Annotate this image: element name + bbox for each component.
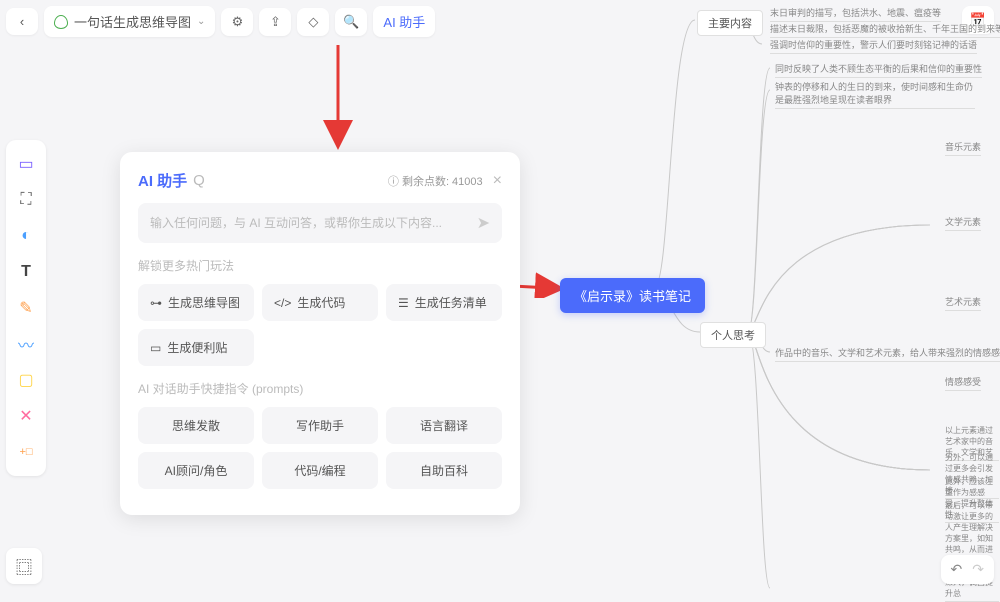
export-icon[interactable]: ⇪ <box>259 8 291 36</box>
section-label-1: 解锁更多热门玩法 <box>138 257 502 274</box>
ai-assistant-panel: AI 助手 Q ⓘ 剩余点数: 41003 × ➤ 解锁更多热门玩法 ⊶生成思维… <box>120 152 520 515</box>
mindmap-leaf[interactable]: 描述末日裁限，包括恶魔的被收拾新生、千年王国的到来等 <box>770 22 1000 38</box>
tool-sidebar: ▭ ⛶ ◐ T ✎ 〰 ▢ ✕ +□ <box>6 140 46 476</box>
close-icon[interactable]: × <box>493 172 502 190</box>
mindmap-node-main-content[interactable]: 主要内容 <box>697 10 763 36</box>
search-icon[interactable]: 🔍 <box>335 8 367 36</box>
undo-redo-toolbar: ↶ ↷ <box>941 555 994 584</box>
note-icon[interactable]: ▢ <box>10 364 42 396</box>
flow-icon[interactable]: ✕ <box>10 400 42 432</box>
mindmap-icon: ⊶ <box>150 296 162 310</box>
ai-prompt-input[interactable] <box>150 216 477 230</box>
sticky-icon: ▭ <box>150 341 161 355</box>
prompt-translate[interactable]: 语言翻译 <box>386 407 502 444</box>
ai-panel-header: AI 助手 Q ⓘ 剩余点数: 41003 × <box>138 170 502 191</box>
generate-sticky-button[interactable]: ▭生成便利贴 <box>138 329 254 366</box>
mindmap-leaf[interactable]: 艺术元素 <box>945 295 981 311</box>
mindmap-leaf[interactable]: 文学元素 <box>945 215 981 231</box>
sidebar-bottom-button[interactable]: ⿴ <box>6 548 42 584</box>
ai-panel-meta: ⓘ 剩余点数: 41003 × <box>388 172 502 190</box>
mindmap-leaf[interactable]: 末日审判的描写，包括洪水、地震、瘟疫等 <box>770 6 941 22</box>
mindmap-leaf[interactable]: 同时反映了人类不顾生态平衡的后果和信仰的重要性 <box>775 62 982 78</box>
points-remaining: ⓘ 剩余点数: 41003 <box>388 173 483 189</box>
mindmap-leaf[interactable]: 强调时信仰的重要性，警示人们要时刻铭记神的话语 <box>770 38 977 54</box>
ai-input-container[interactable]: ➤ <box>138 203 502 243</box>
list-icon: ☰ <box>398 296 409 310</box>
send-icon[interactable]: ➤ <box>477 213 490 233</box>
prompt-divergent[interactable]: 思维发散 <box>138 407 254 444</box>
pen-icon[interactable]: ✎ <box>10 292 42 324</box>
doc-title-text: 一句话生成思维导图 <box>74 12 191 31</box>
ai-template-row-2: ▭生成便利贴 <box>138 329 502 366</box>
generate-mindmap-button[interactable]: ⊶生成思维导图 <box>138 284 254 321</box>
cloud-sync-icon <box>54 15 68 29</box>
mindmap-leaf[interactable]: 音乐元素 <box>945 140 981 156</box>
tag-icon[interactable]: ◇ <box>297 8 329 36</box>
add-icon[interactable]: +□ <box>10 436 42 468</box>
settings-icon[interactable]: ⚙ <box>221 8 253 36</box>
mindmap-leaf[interactable]: 情感感受 <box>945 375 981 391</box>
ai-prompts-row-1: 思维发散 写作助手 语言翻译 <box>138 407 502 444</box>
crop-icon[interactable]: ⛶ <box>10 184 42 216</box>
generate-tasks-button[interactable]: ☰生成任务清单 <box>386 284 502 321</box>
card-icon[interactable]: ▭ <box>10 148 42 180</box>
mindmap-root-node[interactable]: 《启示录》读书笔记 <box>560 278 705 313</box>
layout-icon: ⿴ <box>12 554 36 578</box>
undo-button[interactable]: ↶ <box>951 561 963 578</box>
annotation-arrow-down <box>318 40 358 150</box>
redo-button[interactable]: ↷ <box>972 561 984 578</box>
back-button[interactable]: ‹ <box>6 8 38 35</box>
prompt-consultant[interactable]: AI顾问/角色 <box>138 452 254 489</box>
ai-assistant-button[interactable]: AI 助手 <box>373 6 435 37</box>
text-icon[interactable]: T <box>10 256 42 288</box>
ai-panel-title: AI 助手 Q <box>138 170 205 191</box>
prompt-writing[interactable]: 写作助手 <box>262 407 378 444</box>
document-title[interactable]: 一句话生成思维导图 ⌄ <box>44 6 215 37</box>
section-label-2: AI 对话助手快捷指令 (prompts) <box>138 380 502 397</box>
mindmap-leaf[interactable]: 钟表的停移和人的生日的到来，使时间感和生命仍是最胜强烈地呈现在读者眼界 <box>775 80 975 109</box>
code-icon: </> <box>274 296 291 310</box>
curve-icon[interactable]: 〰 <box>10 328 42 360</box>
shape-icon[interactable]: ◐ <box>10 220 42 252</box>
generate-code-button[interactable]: </>生成代码 <box>262 284 378 321</box>
chevron-down-icon: ⌄ <box>197 16 205 27</box>
mindmap-leaf[interactable]: 作品中的音乐、文学和艺术元素，给人带来强烈的情感感受 <box>775 346 1000 362</box>
prompt-wiki[interactable]: 自助百科 <box>386 452 502 489</box>
mindmap-node-personal-thoughts[interactable]: 个人思考 <box>700 322 766 348</box>
prompt-coding[interactable]: 代码/编程 <box>262 452 378 489</box>
ai-prompts-row-2: AI顾问/角色 代码/编程 自助百科 <box>138 452 502 489</box>
ai-template-row-1: ⊶生成思维导图 </>生成代码 ☰生成任务清单 <box>138 284 502 321</box>
top-toolbar: ‹ 一句话生成思维导图 ⌄ ⚙ ⇪ ◇ 🔍 AI 助手 <box>6 6 435 37</box>
mindmap-leaf[interactable]: 最后，可以带动激让更多的人产生理解决方案里，如知共鸣，从而进一步加的音乐、文学和… <box>945 500 999 602</box>
ai-title-badge: Q <box>193 172 205 189</box>
